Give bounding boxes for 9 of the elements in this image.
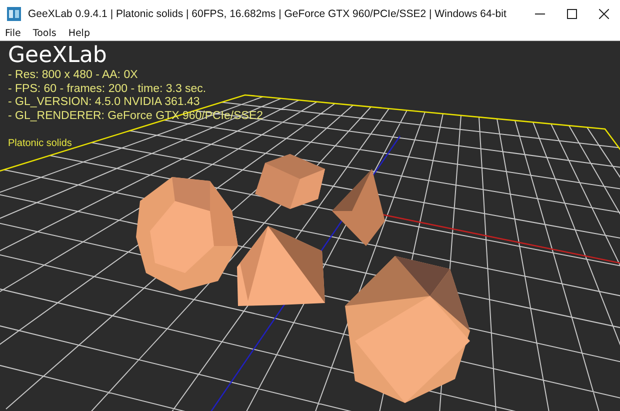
window-title: GeeXLab 0.9.4.1 | Platonic solids | 60FPS, 16.682ms | GeForce GTX 960/PCIe/SSE2 | Windows 64-bit	[28, 8, 508, 20]
app-name-heading: GeeXLab	[8, 43, 107, 69]
menu-item[interactable]: Help	[68, 28, 90, 39]
info-line: - GL_VERSION: 4.5.0 NVIDIA 361.43	[8, 96, 200, 110]
info-line: - FPS: 60 - frames: 200 - time: 3.3 sec.	[8, 82, 206, 96]
scene-label: Platonic solids	[8, 138, 72, 149]
menu-item[interactable]: Tools	[32, 28, 56, 39]
info-line: - Res: 800 x 480 - AA: 0X	[8, 69, 138, 82]
menu-item[interactable]: File	[5, 28, 21, 39]
